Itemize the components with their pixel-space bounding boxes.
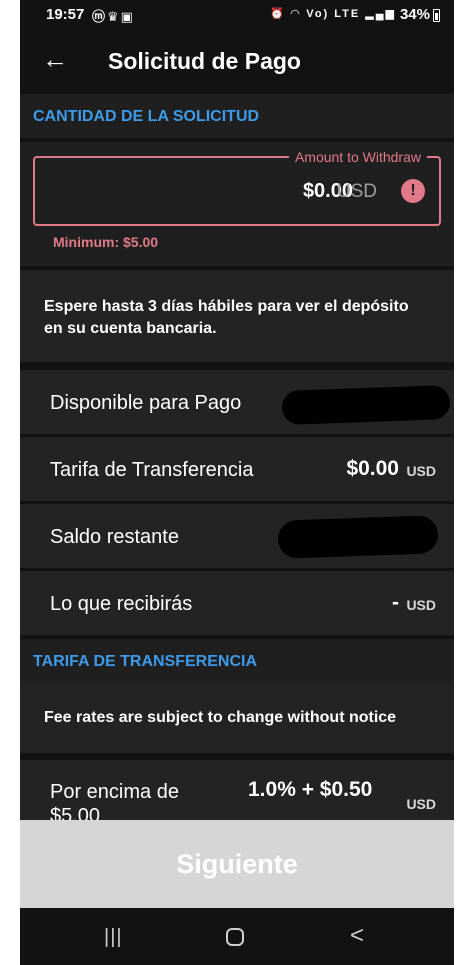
fee-section-header: TARIFA DE TRANSFERENCIA [20, 639, 454, 683]
amount-section: Amount to Withdraw $0.00 USD ! Minimum: … [20, 142, 454, 266]
row-available: Disponible para Pago [20, 370, 454, 434]
signal-icon: ▂▄▆ [365, 8, 396, 20]
row-currency: USD [406, 597, 436, 613]
fee-row-value: 1.0% + $0.50 [248, 778, 373, 801]
row-value: - [392, 591, 399, 614]
battery-percent: 34% [399, 6, 430, 23]
status-time: 19:57 [46, 6, 85, 23]
amount-currency: USD [336, 181, 377, 202]
next-button[interactable]: Siguiente [20, 820, 454, 908]
amount-section-header: CANTIDAD DE LA SOLICITUD [20, 94, 454, 138]
row-you-receive: Lo que recibirás - USD [20, 571, 454, 635]
shopping-bag-icon: ▣ [120, 9, 135, 24]
fee-row-currency: USD [406, 796, 436, 812]
row-transfer-fee: Tarifa de Transferencia $0.00 USD [20, 437, 454, 501]
alarm-icon: ⏰ [270, 8, 286, 20]
page-title: Solicitud de Pago [108, 48, 301, 74]
amount-field-label: Amount to Withdraw [288, 149, 427, 165]
home-icon[interactable] [226, 928, 244, 946]
arrow-left-icon[interactable]: ← [42, 46, 68, 72]
wifi-icon: ◠ [290, 8, 302, 20]
row-label: Lo que recibirás [50, 593, 193, 615]
row-value: $0.00 [346, 457, 399, 480]
row-currency: USD [406, 463, 436, 479]
back-icon[interactable]: < [350, 922, 364, 950]
app-screen: 19:57 ⓜ♛▣ ⏰ ◠ Vo) LTE ▂▄▆ 34% ← Solicitu… [20, 0, 454, 965]
network-label: Vo) LTE [306, 8, 361, 20]
connectivity-icons: ⏰ ◠ Vo) LTE ▂▄▆ [270, 7, 396, 20]
amount-input[interactable]: Amount to Withdraw $0.00 USD ! [33, 149, 441, 226]
minimum-error: Minimum: $5.00 [53, 234, 159, 250]
system-nav-bar: ||| < [20, 908, 454, 965]
alert-icon: ! [401, 179, 425, 203]
crown-icon: ♛ [107, 9, 121, 24]
row-label: Tarifa de Transferencia [50, 459, 254, 481]
row-label: Saldo restante [50, 526, 179, 548]
app-header: ← Solicitud de Pago [20, 30, 454, 94]
recent-apps-icon[interactable]: ||| [104, 926, 123, 949]
battery-icon [433, 9, 440, 22]
notification-icons: ⓜ♛▣ [92, 6, 135, 25]
redaction-mark [277, 515, 439, 559]
info-card: Espere hasta 3 días hábiles para ver el … [20, 270, 454, 362]
messenger-icon: ⓜ [92, 9, 108, 24]
fee-note: Fee rates are subject to change without … [20, 683, 454, 753]
row-remaining-balance: Saldo restante [20, 504, 454, 568]
status-bar: 19:57 ⓜ♛▣ ⏰ ◠ Vo) LTE ▂▄▆ 34% [20, 0, 454, 30]
redaction-mark [281, 385, 451, 425]
row-label: Disponible para Pago [50, 392, 242, 414]
